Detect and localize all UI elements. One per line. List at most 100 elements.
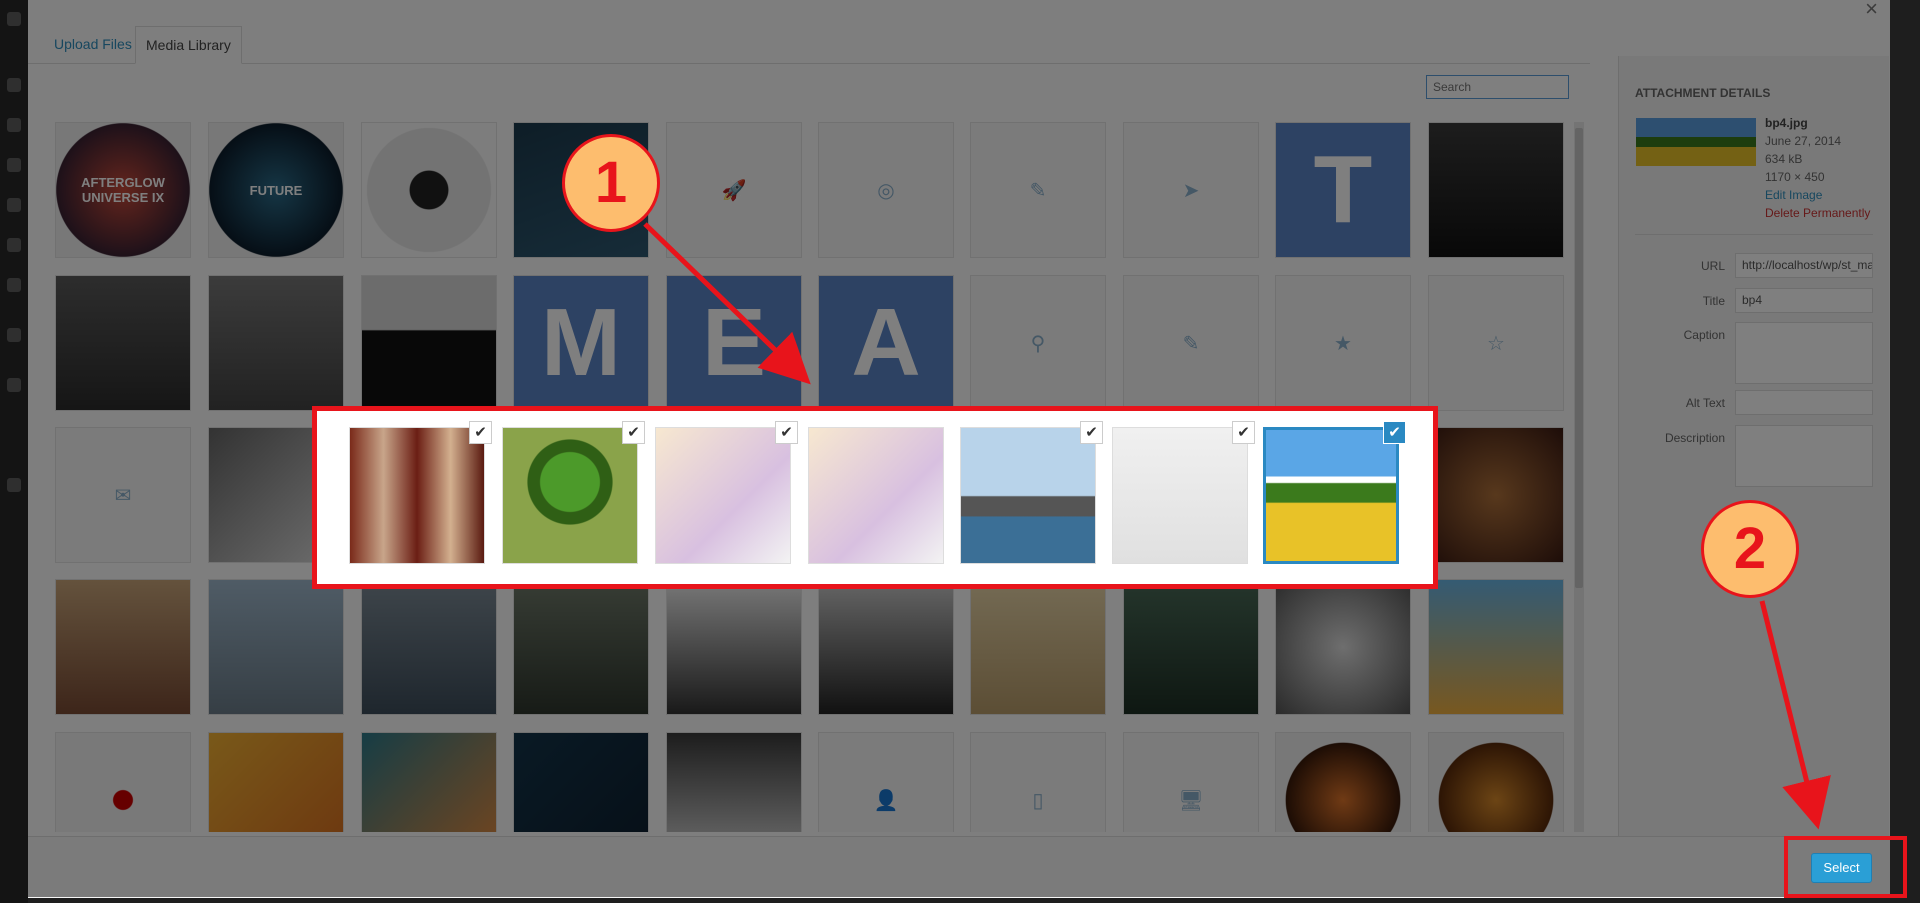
- caption-label: Caption: [1683, 328, 1725, 342]
- media-tile[interactable]: [513, 732, 649, 832]
- media-tile[interactable]: [666, 732, 802, 832]
- menu-icon: [7, 118, 21, 132]
- checkmark-icon[interactable]: ✔: [1080, 421, 1103, 444]
- selected-media-tile-sunflowers[interactable]: [1263, 427, 1399, 564]
- selected-media-tile-new-year-2014[interactable]: [1112, 427, 1248, 564]
- caption-field[interactable]: [1735, 322, 1873, 384]
- media-tile[interactable]: [666, 579, 802, 715]
- tile-caption: AFTERGLOW UNIVERSE IX: [81, 175, 165, 205]
- selected-media-tile-city-skyline[interactable]: [960, 427, 1096, 564]
- media-tile-icon[interactable]: ★: [1275, 275, 1411, 411]
- rocket-icon: 🚀: [721, 179, 747, 202]
- media-tile-icon[interactable]: ✎: [970, 122, 1106, 258]
- media-tile[interactable]: [208, 275, 344, 411]
- menu-icon: [7, 278, 21, 292]
- checkmark-icon[interactable]: ✔: [1232, 421, 1255, 444]
- media-tile-icon[interactable]: ✉: [55, 427, 191, 563]
- media-tile[interactable]: AFTERGLOW UNIVERSE IX: [55, 122, 191, 258]
- close-icon[interactable]: ×: [1865, 0, 1878, 22]
- media-tile[interactable]: A: [818, 275, 954, 411]
- media-tile[interactable]: [1428, 122, 1564, 258]
- title-field[interactable]: bp4: [1735, 288, 1873, 313]
- edit-image-link[interactable]: Edit Image: [1765, 186, 1822, 204]
- media-tile-icon[interactable]: ⚲: [970, 275, 1106, 411]
- media-tile[interactable]: [970, 579, 1106, 715]
- media-tile-icon[interactable]: ▯: [970, 732, 1106, 832]
- media-tile[interactable]: [1275, 579, 1411, 715]
- alt-text-field[interactable]: [1735, 390, 1873, 415]
- media-tile-icon[interactable]: 🖥: [1123, 732, 1259, 832]
- menu-icon: [7, 158, 21, 172]
- media-tile-icon[interactable]: ◎: [818, 122, 954, 258]
- media-tile-icon[interactable]: ➤: [1123, 122, 1259, 258]
- attachment-size: 634 kB: [1765, 152, 1803, 166]
- media-tile[interactable]: [55, 579, 191, 715]
- tile-caption: E: [701, 289, 767, 396]
- media-tile[interactable]: [1123, 579, 1259, 715]
- modal-footer: [28, 836, 1890, 898]
- menu-icon: [7, 78, 21, 92]
- mail-icon: ✉: [114, 484, 132, 507]
- media-tile[interactable]: [361, 579, 497, 715]
- media-tile[interactable]: [208, 732, 344, 832]
- media-tile[interactable]: [361, 122, 497, 258]
- search-input[interactable]: [1426, 75, 1569, 99]
- divider: [1635, 234, 1873, 235]
- media-tile[interactable]: [55, 732, 191, 832]
- media-tile[interactable]: [1428, 732, 1564, 832]
- scrollbar-thumb[interactable]: [1575, 128, 1583, 588]
- map-pin-icon: ⚲: [1030, 332, 1046, 355]
- url-field[interactable]: http://localhost/wp/st_maril: [1735, 253, 1873, 278]
- selected-media-tile-wood-frame[interactable]: [349, 427, 485, 564]
- media-tile[interactable]: [1428, 579, 1564, 715]
- tile-caption: M: [541, 289, 621, 396]
- media-tile-icon[interactable]: 🚀: [666, 122, 802, 258]
- media-tile[interactable]: T: [1275, 122, 1411, 258]
- modal-tabs: Upload Files Media Library: [28, 0, 1590, 64]
- tab-media-library[interactable]: Media Library: [135, 26, 242, 64]
- media-tile[interactable]: [1275, 732, 1411, 832]
- mobile-icon: ▯: [1032, 789, 1044, 812]
- media-tile[interactable]: [208, 579, 344, 715]
- media-tile[interactable]: M: [513, 275, 649, 411]
- pencil-icon: ✎: [1029, 179, 1047, 202]
- checkmark-icon[interactable]: ✔: [1383, 421, 1406, 444]
- star-icon: ★: [1334, 332, 1352, 355]
- select-button[interactable]: Select: [1811, 853, 1872, 883]
- tile-caption: FUTURE: [249, 182, 303, 198]
- tile-caption: T: [1313, 136, 1373, 243]
- media-tile[interactable]: [818, 579, 954, 715]
- attachment-thumbnail: [1636, 118, 1756, 166]
- media-tile[interactable]: [1428, 427, 1564, 563]
- description-field[interactable]: [1735, 425, 1873, 487]
- selected-media-tile-autumn-leaf-2[interactable]: [808, 427, 944, 564]
- tab-upload-files[interactable]: Upload Files: [44, 26, 142, 62]
- url-label: URL: [1700, 259, 1725, 273]
- media-tile-icon[interactable]: ✎: [1123, 275, 1259, 411]
- lifebuoy-icon: ◎: [877, 179, 895, 202]
- desktop-icon: 🖥: [1178, 789, 1204, 812]
- step-2-badge: 2: [1701, 500, 1799, 598]
- media-tile[interactable]: FUTURE: [208, 122, 344, 258]
- selected-media-tile-tree-globe[interactable]: [502, 427, 638, 564]
- menu-icon: [7, 238, 21, 252]
- checkmark-icon[interactable]: ✔: [469, 421, 492, 444]
- checkmark-icon[interactable]: ✔: [775, 421, 798, 444]
- media-tile[interactable]: [361, 732, 497, 832]
- delete-permanently-link[interactable]: Delete Permanently: [1765, 204, 1870, 222]
- menu-icon: [7, 478, 21, 492]
- selected-media-tile-autumn-leaf[interactable]: [655, 427, 791, 564]
- media-tile[interactable]: [55, 275, 191, 411]
- user-icon: 👤: [873, 789, 899, 812]
- paper-plane-icon: ➤: [1182, 179, 1200, 202]
- media-tile[interactable]: E: [666, 275, 802, 411]
- attachment-filename: bp4.jpg: [1765, 116, 1808, 130]
- media-tile-icon[interactable]: ☆: [1428, 275, 1564, 411]
- media-tile[interactable]: [513, 579, 649, 715]
- alt-text-label: Alt Text: [1685, 396, 1725, 410]
- media-tile-icon[interactable]: 👤: [818, 732, 954, 832]
- star-outline-icon: ☆: [1487, 332, 1505, 355]
- checkmark-icon[interactable]: ✔: [622, 421, 645, 444]
- media-tile[interactable]: [361, 275, 497, 411]
- details-heading: ATTACHMENT DETAILS: [1635, 86, 1771, 100]
